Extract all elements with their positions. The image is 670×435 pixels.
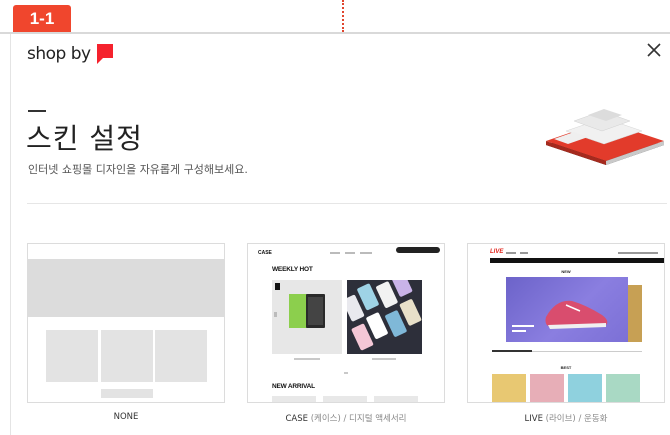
product-tile xyxy=(374,396,418,402)
preview-heading: WEEKLY HOT xyxy=(272,266,313,273)
placeholder-footer xyxy=(101,389,153,398)
skin-card-case[interactable]: CASE WEEKLY HOT NEW ARRIVAL CASE (케이스) /… xyxy=(247,243,445,424)
phone-cases-image xyxy=(347,280,422,354)
page-subtitle: 인터넷 쇼핑몰 디자인을 자유롭게 구성해보세요. xyxy=(28,163,248,176)
nav-item xyxy=(345,252,355,254)
preview-heading: BEST xyxy=(560,365,572,370)
skin-sub: (라이브) / 운동화 xyxy=(542,414,608,424)
skin-card-none[interactable]: NONE xyxy=(27,243,225,422)
nav-item xyxy=(360,252,372,254)
logo-text: shop by xyxy=(27,44,91,64)
product-image xyxy=(347,280,422,354)
product-tile xyxy=(492,374,526,402)
sneaker-image xyxy=(512,300,608,332)
preview-logo: CASE xyxy=(258,250,272,256)
dotted-guide-line xyxy=(342,0,344,32)
close-button[interactable] xyxy=(644,40,664,60)
banner-next xyxy=(628,285,642,342)
product-tile xyxy=(568,374,602,402)
page-title: 스킨 설정 xyxy=(26,122,143,155)
placeholder-box xyxy=(155,330,207,382)
product-image xyxy=(272,280,342,354)
product-tile xyxy=(272,396,316,402)
skin-label: LIVE (라이브) / 운동화 xyxy=(467,412,665,424)
skin-thumbnail[interactable]: LIVE NEW BEST xyxy=(467,243,665,403)
preview-search xyxy=(396,247,440,253)
nav-item xyxy=(520,252,528,254)
close-icon xyxy=(647,43,661,57)
nav-item xyxy=(330,252,340,254)
caption-line xyxy=(372,358,396,360)
slider-progress xyxy=(492,350,532,352)
preview-heading: NEW xyxy=(561,269,571,274)
product-tile xyxy=(606,374,640,402)
placeholder-banner xyxy=(28,259,224,317)
top-strip xyxy=(0,0,670,32)
product-tile xyxy=(530,374,564,402)
nav-item xyxy=(506,252,516,254)
skin-thumbnail[interactable] xyxy=(27,243,225,403)
preview-heading: NEW ARRIVAL xyxy=(272,383,315,390)
tablet-case-image xyxy=(274,294,325,328)
placeholder-box xyxy=(46,330,98,382)
preview-nav-bar xyxy=(490,258,664,263)
caption-line xyxy=(294,358,320,360)
skin-name: CASE xyxy=(285,414,308,424)
logo-flag-icon xyxy=(96,44,113,64)
skin-label: NONE xyxy=(27,412,225,422)
step-badge: 1-1 xyxy=(13,5,71,33)
layers-illustration xyxy=(546,109,664,165)
preview-logo: LIVE xyxy=(490,249,504,255)
modal-edge xyxy=(10,34,11,435)
title-dash xyxy=(28,110,46,112)
skin-thumbnail[interactable]: CASE WEEKLY HOT NEW ARRIVAL xyxy=(247,243,445,403)
divider xyxy=(27,203,667,204)
nav-utils xyxy=(618,252,658,254)
shopby-logo: shop by xyxy=(27,44,113,64)
skin-card-live[interactable]: LIVE NEW BEST LIVE (라이브) / 운동화 xyxy=(467,243,665,424)
product-tile xyxy=(323,396,367,402)
sneaker-banner xyxy=(506,277,628,342)
placeholder-box xyxy=(101,330,153,382)
skin-sub: (케이스) / 디지털 액세서리 xyxy=(308,414,407,424)
skin-name: NONE xyxy=(113,412,139,422)
skin-name: LIVE xyxy=(524,414,543,424)
pager-dots xyxy=(344,372,348,374)
skin-label: CASE (케이스) / 디지털 액세서리 xyxy=(247,412,445,424)
